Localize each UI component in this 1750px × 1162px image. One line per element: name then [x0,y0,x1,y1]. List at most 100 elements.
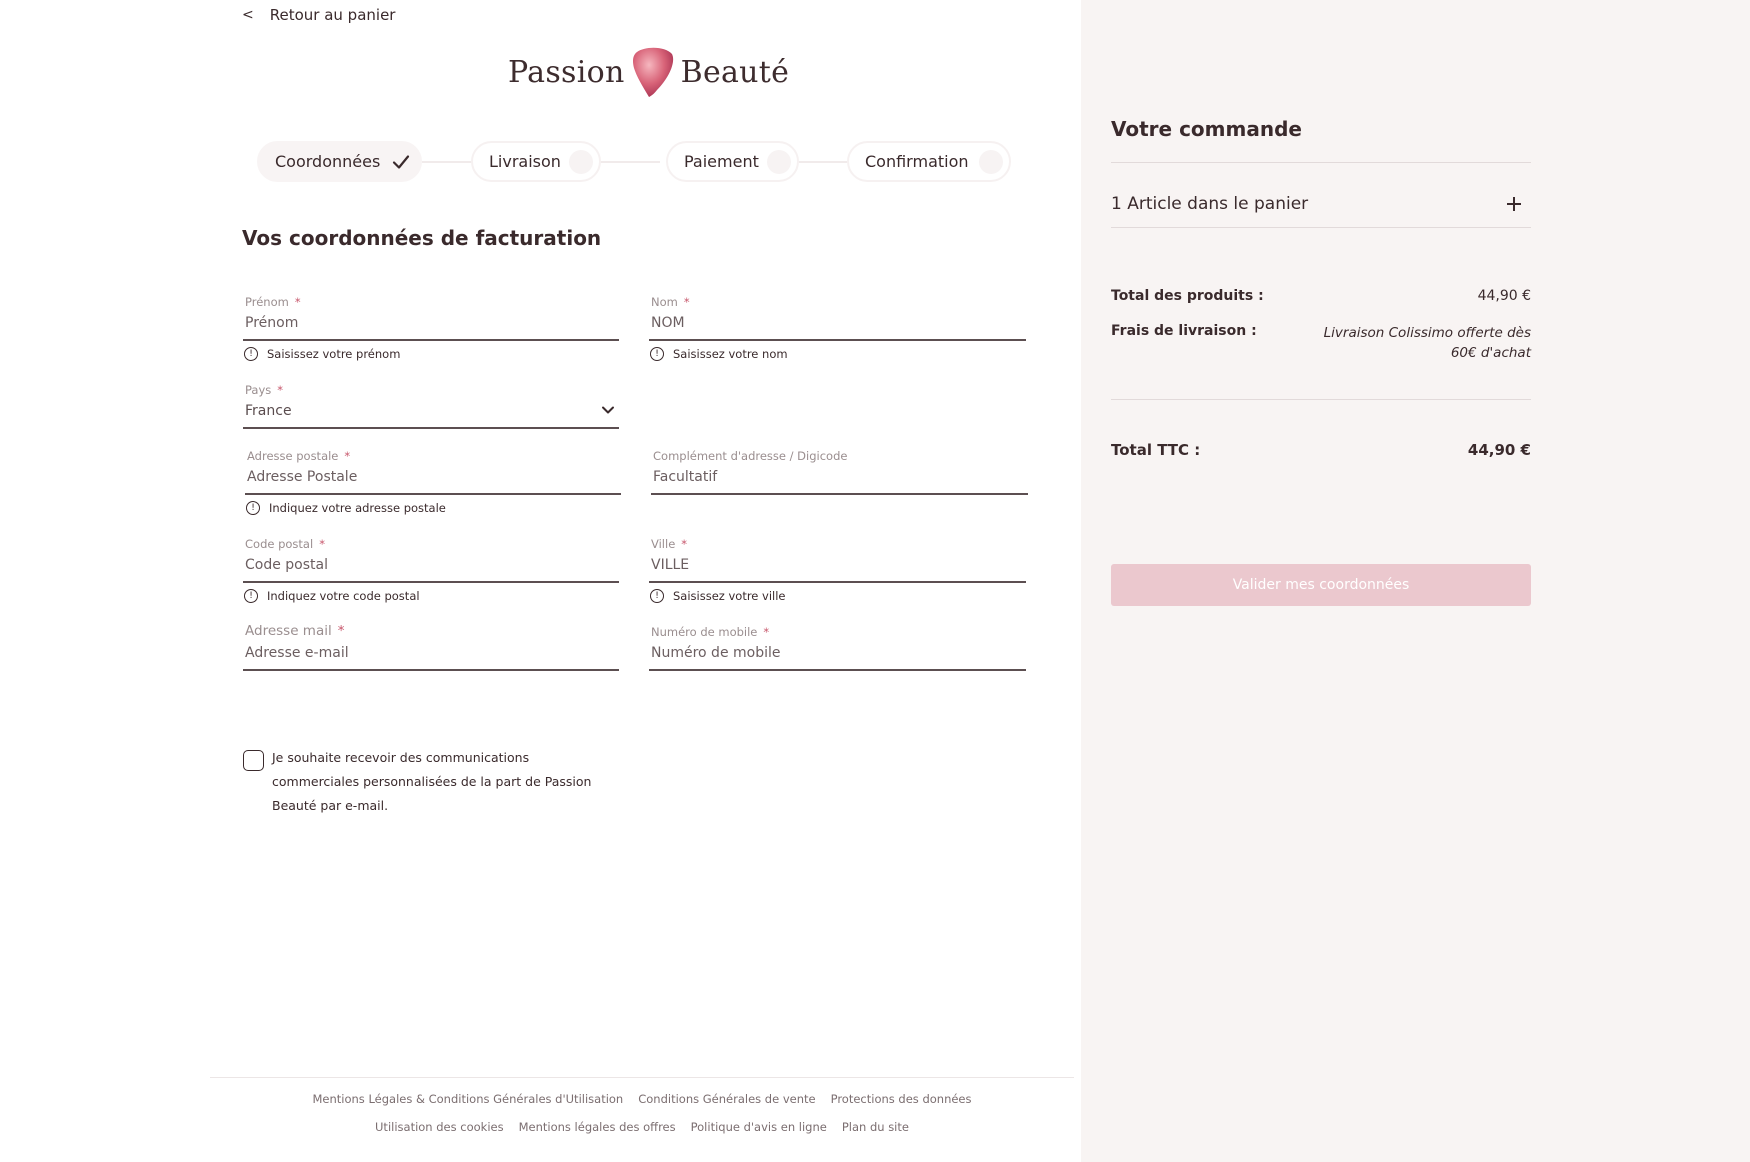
step-livraison[interactable]: Livraison [471,141,601,182]
logo-word-passion: Passion [508,54,625,90]
exclamation-circle-icon: ! [650,347,664,361]
field-underline [243,339,619,341]
shipping-label: Frais de livraison : [1111,323,1257,339]
nom-field: Nom * [649,295,1026,355]
footer-link[interactable]: Protections des données [831,1092,972,1106]
total-products-value: 44,90 € [1477,288,1531,304]
prenom-label: Prénom * [245,295,301,309]
plus-icon [1507,197,1521,211]
check-icon [392,155,410,169]
order-summary-panel: Votre commande 1 Article dans le panier … [1081,0,1750,1162]
adresse-hint: ! Indiquez votre adresse postale [246,501,446,515]
exclamation-circle-icon: ! [246,501,260,515]
pays-value: France [245,403,292,419]
footer-link[interactable]: Mentions Légales & Conditions Générales … [312,1092,623,1106]
footer-links-row-1: Mentions Légales & Conditions Générales … [210,1092,1074,1106]
ville-input[interactable] [651,557,1024,573]
total-products-label: Total des produits : [1111,288,1264,304]
complement-label: Complément d'adresse / Digicode [653,449,848,463]
email-label: Adresse mail * [245,623,345,639]
checkout-stepper: Coordonnées Livraison Paiement Confirmat… [257,141,1011,182]
step-coordonnees[interactable]: Coordonnées [257,141,422,182]
footer-link[interactable]: Utilisation des cookies [375,1120,504,1134]
prenom-input[interactable] [245,315,617,331]
adresse-input[interactable] [247,469,619,485]
step-label: Coordonnées [275,152,381,171]
divider [1111,227,1531,228]
field-underline [243,669,619,671]
stepper-connector [799,161,851,163]
footer-link[interactable]: Conditions Générales de vente [638,1092,815,1106]
step-label: Livraison [489,152,561,171]
prenom-field: Prénom * [243,295,619,355]
chevron-down-icon [602,406,614,414]
step-confirmation[interactable]: Confirmation [847,141,1011,182]
marketing-optin-text: Je souhaite recevoir des communications … [272,750,592,813]
ville-field: Ville * [649,537,1026,597]
cart-summary-label: 1 Article dans le panier [1111,194,1309,214]
field-underline [649,339,1026,341]
total-ttc-row: Total TTC : 44,90 € [1111,441,1531,459]
adresse-field: Adresse postale * [245,449,621,509]
complement-field: Complément d'adresse / Digicode [651,449,1028,509]
step-status-dot [569,150,593,174]
footer-links-row-2: Utilisation des cookies Mentions légales… [210,1120,1074,1134]
pays-select[interactable]: Pays * France [243,383,619,443]
shipping-row: Frais de livraison : Livraison Colissimo… [1111,323,1531,363]
divider [1111,162,1531,163]
nom-hint: ! Saisissez votre nom [650,347,788,361]
code-postal-label: Code postal * [245,537,325,551]
adresse-label: Adresse postale * [247,449,351,463]
step-status-dot [767,150,791,174]
nom-input[interactable] [651,315,1024,331]
mobile-field: Numéro de mobile * [649,625,1026,685]
code-postal-field: Code postal * [243,537,619,597]
email-field: Adresse mail * [243,623,619,685]
validate-details-button[interactable]: Valider mes coordonnées [1111,564,1531,606]
marketing-optin-checkbox[interactable] [243,750,264,771]
field-underline [649,669,1026,671]
total-ttc-value: 44,90 € [1467,441,1531,459]
field-underline [243,427,619,429]
total-products-row: Total des produits : 44,90 € [1111,288,1531,304]
nom-label: Nom * [651,295,690,309]
field-underline [651,493,1028,495]
field-underline [243,581,619,583]
step-paiement[interactable]: Paiement [666,141,799,182]
code-postal-input[interactable] [245,557,617,573]
step-label: Confirmation [865,152,969,171]
marketing-optin: Je souhaite recevoir des communications … [243,746,612,818]
back-to-cart-label: Retour au panier [269,6,396,24]
order-summary-title: Votre commande [1111,117,1302,141]
email-input[interactable] [245,645,617,661]
logo-word-beaute: Beauté [680,54,790,90]
code-postal-hint: ! Indiquez votre code postal [244,589,420,603]
step-status-dot [979,150,1003,174]
cart-summary-toggle[interactable]: 1 Article dans le panier [1111,180,1531,228]
exclamation-circle-icon: ! [244,347,258,361]
chevron-left-icon: < [242,7,254,23]
step-label: Paiement [684,152,759,171]
ville-hint: ! Saisissez votre ville [650,589,786,603]
petal-logo-icon [632,47,673,97]
field-underline [245,493,621,495]
ville-label: Ville * [651,537,688,551]
pays-label: Pays * [245,383,284,397]
stepper-connector [599,161,660,163]
prenom-hint: ! Saisissez votre prénom [244,347,400,361]
mobile-input[interactable] [651,645,1024,661]
mobile-label: Numéro de mobile * [651,625,770,639]
field-underline [649,581,1026,583]
page-title: Vos coordonnées de facturation [242,226,602,250]
complement-input[interactable] [653,469,1026,485]
shipping-value: Livraison Colissimo offerte dès 60€ d'ac… [1323,325,1531,361]
divider [1111,399,1531,400]
footer-link[interactable]: Mentions légales des offres [519,1120,676,1134]
logo[interactable]: Passion Beauté [508,44,789,100]
back-to-cart-link[interactable]: < Retour au panier [242,6,395,24]
exclamation-circle-icon: ! [650,589,664,603]
total-ttc-label: Total TTC : [1111,441,1201,459]
checkout-form-panel: < Retour au panier Passion Beauté Coordo… [0,0,1081,1162]
footer-link[interactable]: Politique d'avis en ligne [691,1120,827,1134]
footer-link[interactable]: Plan du site [842,1120,909,1134]
